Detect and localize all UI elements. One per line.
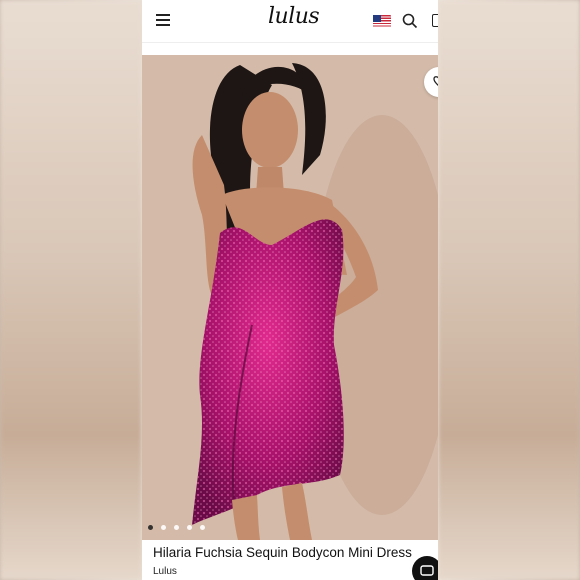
hamburger-menu-icon[interactable] (156, 14, 170, 26)
carousel-dot-4[interactable] (187, 525, 192, 530)
mobile-screen: lulus Hilaria Fuchsia Sequin Bodycon Min… (142, 0, 438, 580)
chat-button[interactable] (412, 556, 438, 580)
carousel-indicators (148, 525, 205, 530)
shopping-bag-icon[interactable] (432, 14, 438, 27)
carousel-dot-3[interactable] (174, 525, 179, 530)
product-brand[interactable]: Lulus (153, 566, 177, 577)
wishlist-button[interactable] (424, 67, 438, 97)
product-image[interactable] (142, 55, 438, 540)
search-icon[interactable] (402, 13, 418, 29)
carousel-dot-2[interactable] (161, 525, 166, 530)
blurred-background-right (438, 0, 580, 580)
site-logo[interactable]: lulus (268, 4, 320, 29)
us-flag-icon[interactable] (373, 15, 391, 28)
carousel-dot-1[interactable] (148, 525, 153, 530)
blurred-background-left (0, 0, 142, 580)
product-photo (142, 55, 438, 540)
top-navigation-bar: lulus (142, 0, 438, 43)
carousel-dot-5[interactable] (200, 525, 205, 530)
product-title: Hilaria Fuchsia Sequin Bodycon Mini Dres… (153, 545, 412, 560)
heart-icon (433, 76, 438, 86)
chat-icon (420, 565, 434, 576)
